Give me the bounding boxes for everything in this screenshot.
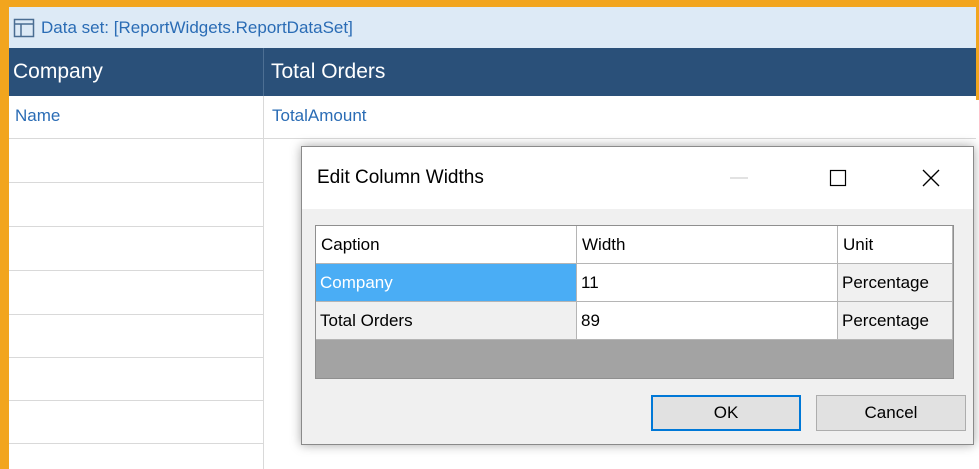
report-grid-vline	[263, 96, 264, 469]
dialog-title: Edit Column Widths	[317, 167, 484, 188]
caption-cell[interactable]: Company	[316, 264, 577, 302]
table-icon	[13, 18, 35, 37]
unit-cell[interactable]: Percentage	[838, 302, 953, 340]
caption-cell[interactable]: Total Orders	[316, 302, 577, 340]
report-grid-line	[9, 182, 263, 183]
column-header-total-orders[interactable]: Total Orders	[271, 48, 385, 96]
table-row[interactable]: Total Orders 89 Percentage	[316, 302, 953, 341]
report-grid-line	[9, 400, 263, 401]
grid-header-caption[interactable]: Caption	[316, 226, 577, 264]
maximize-icon	[829, 169, 847, 187]
close-icon	[922, 169, 940, 187]
width-cell[interactable]: 11	[577, 264, 838, 302]
width-cell[interactable]: 89	[577, 302, 838, 340]
table-row[interactable]: Company 11 Percentage	[316, 264, 953, 303]
field-total-amount[interactable]: TotalAmount	[272, 96, 367, 138]
report-field-row: Name TotalAmount	[9, 96, 976, 138]
dataset-label: Data set: [ReportWidgets.ReportDataSet]	[41, 17, 353, 37]
grid-header-row: Caption Width Unit	[316, 226, 953, 265]
edit-column-widths-dialog: Edit Column Widths Caption Width Unit Co…	[301, 146, 974, 445]
report-grid-line	[9, 138, 976, 139]
minimize-icon	[730, 177, 748, 179]
column-header-company[interactable]: Company	[13, 48, 103, 96]
column-divider	[263, 48, 264, 96]
close-button[interactable]	[914, 161, 948, 195]
report-table-header: Company Total Orders	[9, 48, 976, 96]
report-grid-line	[9, 314, 263, 315]
unit-cell[interactable]: Percentage	[838, 264, 953, 302]
report-grid-line	[9, 443, 263, 444]
column-widths-grid[interactable]: Caption Width Unit Company 11 Percentage…	[315, 225, 954, 379]
report-grid-line	[9, 357, 263, 358]
minimize-button	[722, 161, 756, 195]
maximize-button[interactable]	[821, 161, 855, 195]
grid-header-unit[interactable]: Unit	[838, 226, 953, 264]
grid-header-width[interactable]: Width	[577, 226, 838, 264]
dialog-titlebar[interactable]: Edit Column Widths	[302, 147, 973, 209]
field-name[interactable]: Name	[15, 96, 60, 138]
report-grid-line	[9, 270, 263, 271]
report-frame-top	[0, 0, 979, 7]
cancel-button[interactable]: Cancel	[816, 395, 966, 431]
report-grid-line	[9, 226, 263, 227]
dataset-bar[interactable]: Data set: [ReportWidgets.ReportDataSet]	[9, 7, 976, 48]
report-frame-left	[0, 0, 9, 469]
ok-button[interactable]: OK	[651, 395, 801, 431]
